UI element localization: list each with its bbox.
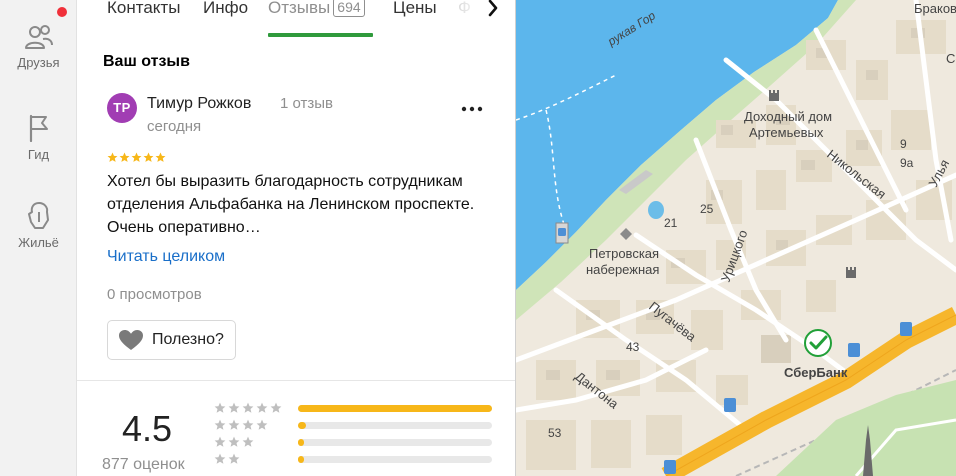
tab-info[interactable]: Инфо xyxy=(203,0,248,18)
notification-dot xyxy=(57,7,67,17)
star-icon xyxy=(214,453,226,464)
map-label-n9a: 9а xyxy=(900,156,914,170)
rating-distribution-stars xyxy=(214,453,294,465)
map-label-petrovskaya-2: набережная xyxy=(586,262,659,277)
views-count: 0 просмотров xyxy=(107,286,202,303)
star-icon xyxy=(242,436,254,447)
star-icon xyxy=(228,453,240,464)
map-label-n43: 43 xyxy=(626,340,640,354)
star-icon xyxy=(242,402,254,413)
star-icon xyxy=(228,436,240,447)
rail-label-guide: Гид xyxy=(27,147,50,162)
tabs-bar: Контакты Инфо Отзывы694 Цены Ф xyxy=(77,0,515,37)
review-date: сегодня xyxy=(147,118,202,135)
map-label-se: Се xyxy=(946,51,956,66)
bus-stop-icon xyxy=(558,228,566,236)
tab-prices[interactable]: Цены xyxy=(393,0,437,18)
chevron-right-icon[interactable] xyxy=(482,0,504,18)
bus-stop-icon-5[interactable] xyxy=(664,460,676,474)
rating-distribution-track xyxy=(298,405,492,412)
divider xyxy=(77,380,515,381)
reviews-count-badge: 694 xyxy=(333,0,365,17)
star-icon xyxy=(119,152,130,162)
star-icon xyxy=(131,152,142,162)
rail-item-friends[interactable]: Друзья xyxy=(0,24,77,70)
rating-distribution-fill xyxy=(298,456,304,463)
map-pond xyxy=(648,201,664,219)
rating-distribution-stars xyxy=(214,419,294,431)
author-review-count: 1 отзыв xyxy=(280,95,334,112)
org-panel: Контакты Инфо Отзывы694 Цены Ф Ваш отзыв… xyxy=(77,0,515,476)
map-label-tenement-2: Артемьевых xyxy=(749,125,824,140)
bus-stop-icon-4[interactable] xyxy=(724,398,736,412)
useful-button[interactable]: Полезно? xyxy=(107,320,236,360)
map-label-n25: 25 xyxy=(700,202,714,216)
rating-distribution-track xyxy=(298,439,492,446)
tab-reviews-label: Отзывы xyxy=(268,0,331,17)
map-label-n21: 21 xyxy=(664,216,678,230)
tab-reviews[interactable]: Отзывы 694 xyxy=(268,0,365,18)
star-icon xyxy=(155,152,166,162)
ratings-count: 877 оценок xyxy=(102,456,185,473)
bus-stop-icon-3[interactable] xyxy=(900,322,912,336)
map[interactable]: рукав Гор Браков Се Доходный дом Артемье… xyxy=(516,0,956,476)
more-options-icon[interactable] xyxy=(460,99,484,119)
star-icon xyxy=(270,402,282,413)
map-label-petrovskaya-1: Петровская xyxy=(589,246,659,261)
star-icon xyxy=(214,436,226,447)
map-label-n9: 9 xyxy=(900,137,907,151)
read-more-link[interactable]: Читать целиком xyxy=(107,248,225,266)
review-text: Хотел бы выразить благодарность сотрудни… xyxy=(107,173,475,236)
map-label-sberbank[interactable]: СберБанк xyxy=(784,365,848,380)
star-icon xyxy=(228,402,240,413)
star-icon xyxy=(143,152,154,162)
landmark-icon-2 xyxy=(846,267,856,278)
rating-distribution-fill xyxy=(298,405,492,412)
rail-item-guide[interactable]: Гид xyxy=(0,114,77,162)
left-rail: Друзья Гид Жильё xyxy=(0,0,77,476)
map-canvas[interactable]: рукав Гор Браков Се Доходный дом Артемье… xyxy=(516,0,956,476)
avatar[interactable]: ТР xyxy=(107,93,137,123)
rail-item-housing[interactable]: Жильё xyxy=(0,200,77,250)
section-title: Ваш отзыв xyxy=(103,53,190,70)
heart-icon xyxy=(119,330,143,350)
rating-distribution-stars xyxy=(214,436,294,448)
housing-icon xyxy=(27,202,49,229)
sberbank-marker[interactable] xyxy=(804,329,832,357)
star-icon xyxy=(214,402,226,413)
friends-icon xyxy=(24,25,53,49)
rating-distribution-fill xyxy=(298,422,306,429)
map-label-tenement-1: Доходный дом xyxy=(744,109,832,124)
star-icon xyxy=(256,419,268,430)
star-icon xyxy=(242,419,254,430)
flag-icon xyxy=(29,114,48,142)
rail-label-housing: Жильё xyxy=(18,235,59,250)
rating-distribution-track xyxy=(298,456,492,463)
review-rating-stars xyxy=(107,152,166,164)
tab-contacts[interactable]: Контакты xyxy=(107,0,180,18)
bus-stop-icon-2[interactable] xyxy=(848,343,860,357)
map-label-brakov: Браков xyxy=(914,1,956,16)
author-name[interactable]: Тимур Рожков xyxy=(147,95,251,113)
landmark-icon xyxy=(769,90,779,101)
rating-distribution-fill xyxy=(298,439,304,446)
rating-distribution-stars xyxy=(214,402,294,414)
star-icon xyxy=(256,402,268,413)
map-label-n53: 53 xyxy=(548,426,562,440)
rating-value: 4.5 xyxy=(122,408,173,449)
star-icon xyxy=(107,152,118,162)
useful-label: Полезно? xyxy=(152,331,224,348)
star-icon xyxy=(228,419,240,430)
active-tab-indicator xyxy=(268,33,373,37)
rating-distribution-track xyxy=(298,422,492,429)
star-icon xyxy=(214,419,226,430)
rail-label-friends: Друзья xyxy=(17,55,60,70)
